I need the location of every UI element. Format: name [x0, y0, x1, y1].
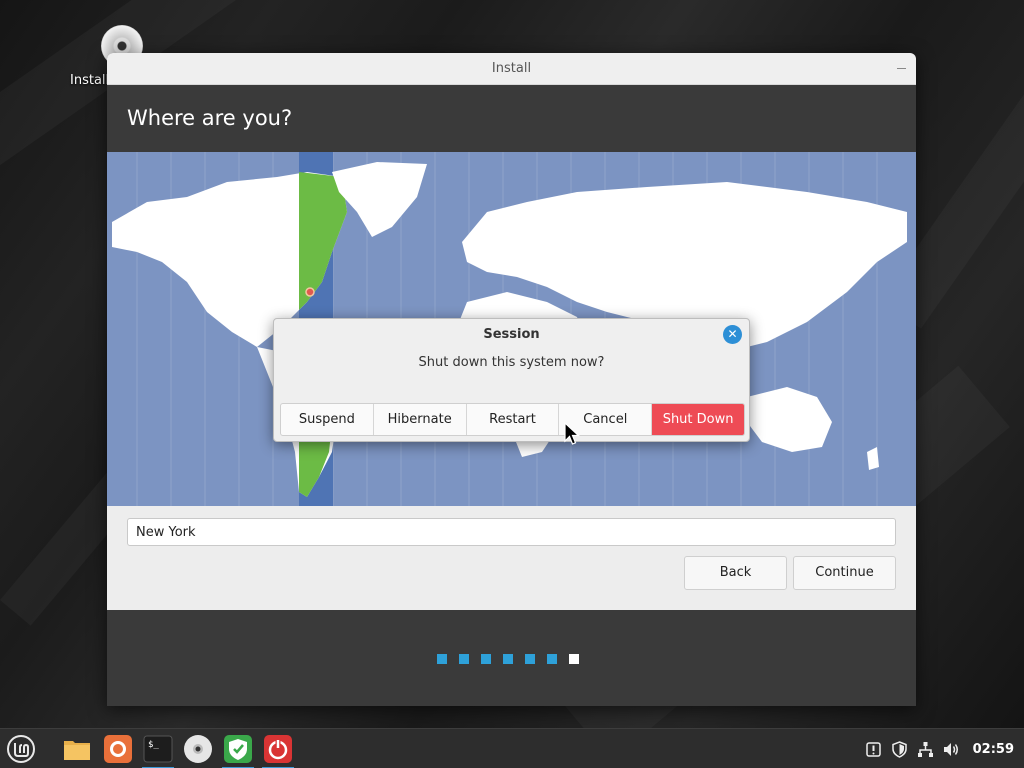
location-pin-icon — [305, 287, 315, 297]
session-dialog: Session ✕ Shut down this system now? Sus… — [273, 318, 750, 442]
system-tray: 02:59 — [865, 729, 1014, 768]
page-header: Where are you? — [107, 85, 916, 152]
minimize-icon[interactable] — [897, 68, 906, 69]
step-dot — [503, 654, 513, 664]
window-titlebar[interactable]: Install — [107, 53, 916, 85]
clock[interactable]: 02:59 — [973, 742, 1014, 757]
page-title: Where are you? — [127, 106, 293, 130]
terminal-icon[interactable]: $_ — [142, 733, 174, 768]
step-dot — [547, 654, 557, 664]
step-dot — [525, 654, 535, 664]
shut-down-button[interactable]: Shut Down — [652, 404, 744, 435]
mouse-cursor-icon — [564, 422, 581, 445]
close-icon[interactable]: ✕ — [723, 325, 742, 344]
dialog-title: Session — [483, 327, 540, 342]
dialog-message: Shut down this system now? — [418, 355, 605, 370]
suspend-button[interactable]: Suspend — [281, 404, 374, 435]
desktop-icon-label: Install — [70, 73, 110, 88]
step-dot — [437, 654, 447, 664]
update-manager-icon[interactable] — [865, 741, 882, 758]
location-form: Back Continue — [107, 506, 916, 610]
taskbar: $_ 02:59 — [0, 728, 1024, 768]
location-input[interactable] — [127, 518, 896, 546]
window-title: Install — [491, 61, 532, 76]
mint-menu-icon[interactable] — [5, 733, 37, 765]
volume-icon[interactable] — [943, 741, 960, 758]
firefox-icon[interactable] — [102, 733, 134, 765]
continue-button[interactable]: Continue — [793, 556, 896, 590]
svg-text:$_: $_ — [148, 740, 159, 750]
installer-disc-icon[interactable] — [182, 733, 214, 765]
security-shield-icon[interactable] — [891, 740, 908, 758]
hibernate-button[interactable]: Hibernate — [374, 404, 467, 435]
dialog-button-group: Suspend Hibernate Restart Cancel Shut Do… — [280, 403, 745, 436]
step-dot — [481, 654, 491, 664]
files-icon[interactable] — [61, 733, 93, 765]
restart-button[interactable]: Restart — [467, 404, 560, 435]
step-dot — [569, 654, 579, 664]
power-icon[interactable] — [262, 733, 294, 768]
network-icon[interactable] — [917, 741, 934, 758]
progress-footer — [107, 610, 916, 706]
back-button[interactable]: Back — [684, 556, 787, 590]
step-dot — [459, 654, 469, 664]
shield-icon[interactable] — [222, 733, 254, 768]
step-indicator — [437, 654, 579, 664]
